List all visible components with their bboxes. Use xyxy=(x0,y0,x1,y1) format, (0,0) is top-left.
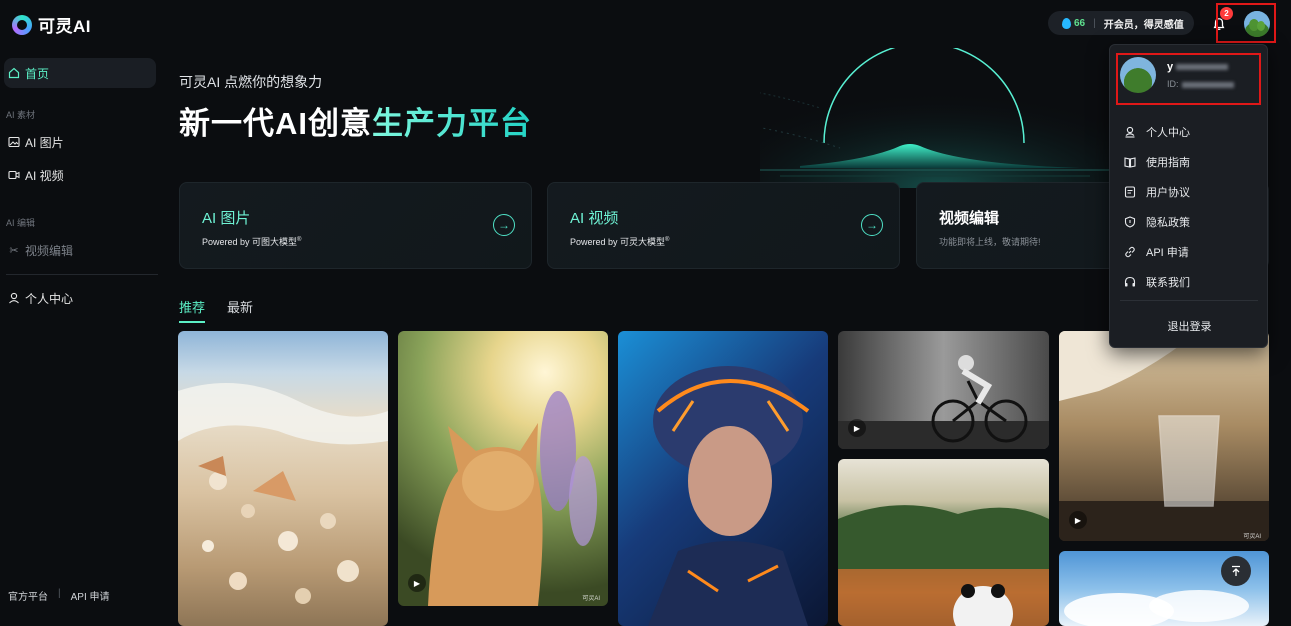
card-title: AI 视频 xyxy=(570,210,619,227)
sidebar-item-ai-video[interactable]: AI 视频 xyxy=(4,160,156,190)
feed-tabs: 推荐 最新 xyxy=(179,297,253,323)
shield-icon xyxy=(1124,216,1136,228)
sidebar-item-label: 个人中心 xyxy=(25,291,74,306)
user-dropdown-menu: y ID: 个人中心 使用指南 用户协议 隐私政策 API 申请 联系我们 退出… xyxy=(1109,44,1268,348)
kling-logo-icon xyxy=(12,14,32,35)
sidebar-item-personal-center[interactable]: 个人中心 xyxy=(4,283,156,313)
sidebar-item-label: 首页 xyxy=(25,66,50,81)
credits-vip-pill[interactable]: 66 | 开会员，得灵感值 xyxy=(1048,11,1194,35)
gallery-item-beach-shells[interactable] xyxy=(178,331,388,626)
footer-divider: | xyxy=(58,588,61,599)
video-icon xyxy=(8,169,20,181)
logout-button[interactable]: 退出登录 xyxy=(1110,318,1269,334)
highlight-box-user-info xyxy=(1116,53,1261,105)
card-ai-video[interactable]: AI 视频 Powered by 可灵大模型® → xyxy=(547,182,900,269)
sidebar-item-label: AI 图片 xyxy=(25,135,64,150)
sidebar-item-label: 视频编辑 xyxy=(25,243,74,258)
tab-latest[interactable]: 最新 xyxy=(227,297,253,323)
back-to-top-button[interactable] xyxy=(1221,556,1251,586)
menu-item-contact-us[interactable]: 联系我们 xyxy=(1124,274,1254,290)
watermark: 可灵AI xyxy=(582,596,600,602)
sidebar-item-video-edit[interactable]: ✂ 视频编辑 xyxy=(4,235,156,265)
card-subtitle: Powered by 可图大模型® xyxy=(202,237,302,247)
gallery-item-lake-panda[interactable] xyxy=(838,459,1049,626)
vip-label: 开会员，得灵感值 xyxy=(1103,19,1184,31)
cat-image xyxy=(428,391,597,606)
inspiration-drop-icon xyxy=(1062,17,1071,29)
play-icon[interactable]: ▶ xyxy=(848,419,866,437)
highlight-box-avatar xyxy=(1216,3,1276,43)
arrow-right-icon[interactable]: → xyxy=(861,214,883,236)
section-ai-edit: AI 编辑 xyxy=(6,218,36,228)
official-platform-link[interactable]: 官方平台 xyxy=(8,588,48,603)
user-icon xyxy=(8,292,20,304)
sidebar-footer: 官方平台 | API 申请 xyxy=(8,588,110,603)
play-icon[interactable]: ▶ xyxy=(408,574,426,592)
gallery-item-cyber-girl[interactable] xyxy=(618,331,828,626)
brand-logo[interactable]: 可灵AI xyxy=(12,12,91,37)
link-icon xyxy=(1125,246,1135,258)
gallery-item-glass[interactable]: ▶ 可灵AI xyxy=(1059,331,1269,541)
arrow-right-icon[interactable]: → xyxy=(493,214,515,236)
app-root: 可灵AI 66 | 开会员，得灵感值 2 首页 AI 素材 AI 图片 AI 视… xyxy=(0,0,1291,626)
tab-recommended[interactable]: 推荐 xyxy=(179,297,206,323)
watermark: 可灵AI xyxy=(1243,534,1261,540)
glass-image xyxy=(1059,331,1269,541)
menu-item-privacy-policy[interactable]: 隐私政策 xyxy=(1124,214,1254,230)
headset-icon xyxy=(1124,276,1136,287)
gallery-item-cyclist[interactable]: ▶ xyxy=(838,331,1049,449)
card-subtitle: Powered by 可灵大模型® xyxy=(570,237,670,247)
menu-item-user-agreement[interactable]: 用户协议 xyxy=(1124,184,1254,200)
sidebar-divider xyxy=(6,274,158,275)
home-icon xyxy=(8,67,20,79)
menu-item-user-guide[interactable]: 使用指南 xyxy=(1124,154,1254,170)
cyber-girl-image xyxy=(648,366,810,626)
sidebar-item-label: AI 视频 xyxy=(25,168,64,183)
arrow-up-icon xyxy=(1232,565,1240,576)
shells-image xyxy=(178,383,388,604)
sidebar: 首页 AI 素材 AI 图片 AI 视频 AI 编辑 ✂ 视频编辑 个人中心 xyxy=(0,48,165,626)
document-icon xyxy=(1124,186,1136,198)
cyclist-image xyxy=(838,355,1049,449)
credits-count: 66 xyxy=(1074,17,1086,29)
card-subtitle: 功能即将上线，敬请期待! xyxy=(939,237,1041,247)
gallery-item-cat[interactable]: ▶ 可灵AI xyxy=(398,331,608,606)
hero-title: 新一代AI创意生产力平台 xyxy=(179,98,532,143)
hero-horizon-graphic xyxy=(760,48,1120,188)
section-ai-material: AI 素材 xyxy=(6,110,36,120)
book-icon xyxy=(1124,157,1136,168)
sidebar-item-ai-image[interactable]: AI 图片 xyxy=(4,127,156,157)
api-apply-link[interactable]: API 申请 xyxy=(71,588,110,603)
card-ai-image[interactable]: AI 图片 Powered by 可图大模型® → xyxy=(179,182,532,269)
scissors-icon: ✂ xyxy=(9,244,19,257)
lake-image xyxy=(838,505,1049,626)
hero-title-accent: 生产力平台 xyxy=(372,106,532,141)
hero-subtitle: 可灵AI 点燃你的想象力 xyxy=(179,74,323,90)
sidebar-item-home[interactable]: 首页 xyxy=(4,58,156,88)
play-icon[interactable]: ▶ xyxy=(1069,511,1087,529)
image-icon xyxy=(8,136,20,148)
hero-title-main: 新一代AI创意 xyxy=(179,106,372,141)
dropdown-divider xyxy=(1120,300,1258,301)
card-title: AI 图片 xyxy=(202,210,251,227)
card-title: 视频编辑 xyxy=(939,210,1000,227)
brand-name: 可灵AI xyxy=(38,17,91,36)
menu-item-personal-center[interactable]: 个人中心 xyxy=(1124,124,1254,140)
user-icon xyxy=(1125,126,1135,138)
pill-divider: | xyxy=(1093,17,1096,29)
top-bar: 可灵AI 66 | 开会员，得灵感值 2 xyxy=(0,0,1291,48)
menu-item-api-apply[interactable]: API 申请 xyxy=(1124,244,1254,260)
